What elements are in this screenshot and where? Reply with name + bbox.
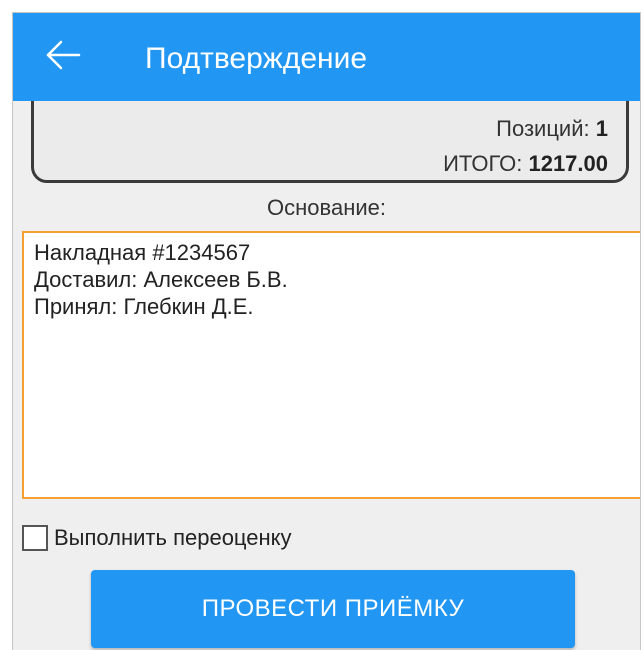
confirmation-screen: Позиций: 1 ИТОГО: 1217.00 Подтверждение … bbox=[12, 12, 641, 650]
total-value: 1217.00 bbox=[528, 151, 608, 176]
app-bar: Подтверждение bbox=[13, 13, 640, 101]
total-label: ИТОГО: bbox=[443, 151, 523, 176]
positions-label: Позиций: bbox=[496, 116, 590, 141]
page-title: Подтверждение bbox=[145, 42, 368, 75]
basis-label: Основание: bbox=[267, 195, 386, 220]
revaluation-label: Выполнить переоценку bbox=[54, 525, 292, 550]
order-total: ИТОГО: 1217.00 bbox=[443, 151, 608, 177]
back-button[interactable] bbox=[41, 33, 85, 77]
arrow-left-icon bbox=[46, 40, 81, 70]
revaluation-checkbox-row[interactable]: Выполнить переоценку bbox=[22, 522, 292, 554]
basis-textarea[interactable]: Накладная #1234567 Доставил: Алексеев Б.… bbox=[22, 231, 640, 499]
positions-value: 1 bbox=[595, 116, 608, 141]
positions-count: Позиций: 1 bbox=[496, 116, 608, 142]
submit-receipt-button[interactable]: ПРОВЕСТИ ПРИЁМКУ bbox=[91, 570, 575, 648]
revaluation-checkbox[interactable] bbox=[22, 525, 48, 551]
